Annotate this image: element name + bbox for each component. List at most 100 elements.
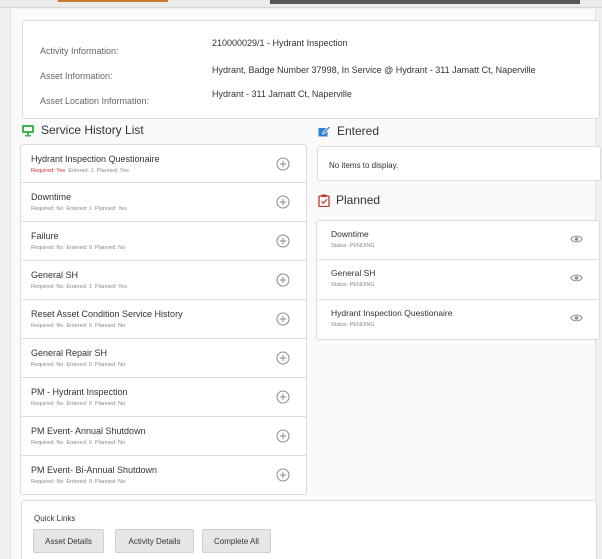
planned-flag: Planned: No: [94, 245, 126, 251]
planned-flag: Planned: No: [94, 323, 126, 329]
add-circle-icon[interactable]: [276, 312, 290, 326]
planned-item-status: Status :PENDING: [331, 322, 375, 328]
service-history-item[interactable]: PM Event- Annual Shutdown Required: No En…: [20, 417, 307, 456]
location-info-value: Hydrant - 311 Jamatt Ct, Naperville: [212, 89, 352, 99]
planned-list: Downtime Status :PENDING General SH Status …: [316, 220, 600, 340]
entered-count: Entered: 1: [66, 284, 92, 290]
add-circle-icon[interactable]: [276, 273, 290, 287]
service-history-item[interactable]: PM Event- Bi-Annual Shutdown Required: No…: [20, 456, 307, 495]
eye-icon[interactable]: [570, 310, 583, 322]
service-history-item[interactable]: General Repair SH Required: No Entered: 0…: [20, 339, 307, 378]
entered-count: Entered: 1: [68, 168, 94, 174]
asset-info-value: Hydrant, Badge Number 37998, In Service …: [212, 65, 536, 75]
monitor-icon: [21, 124, 35, 137]
service-history-item[interactable]: Hydrant Inspection Questionaire Required:…: [20, 144, 307, 183]
planned-item[interactable]: Downtime Status :PENDING: [316, 220, 600, 260]
service-history-item-meta: Required: Yes Entered: 1 Planned: Yes: [31, 168, 129, 174]
quick-links-box: Quick Links Asset Details Activity Detai…: [21, 500, 597, 559]
service-history-item-title: General SH: [31, 270, 79, 280]
top-bar-accent: [58, 0, 168, 2]
entered-count: Entered: 0: [66, 323, 92, 329]
planned-item-title: Downtime: [331, 229, 369, 239]
service-history-item-meta: Required: No Entered: 0 Planned: No: [31, 479, 125, 485]
planned-flag: Planned: Yes: [94, 206, 128, 212]
service-history-item[interactable]: General SH Required: No Entered: 1 Planne…: [20, 261, 307, 300]
planned-flag: Planned: No: [94, 479, 126, 485]
planned-item[interactable]: General SH Status :PENDING: [316, 260, 600, 300]
eye-icon[interactable]: [570, 270, 583, 282]
required-flag: Required: No: [31, 440, 64, 446]
planned-item-title: General SH: [331, 268, 376, 278]
service-history-item-title: PM Event- Bi-Annual Shutdown: [31, 465, 158, 475]
entered-empty-text: No items to display.: [329, 161, 399, 170]
required-flag: Required: No: [31, 401, 64, 407]
entered-header: Entered: [318, 124, 379, 138]
service-history-item-title: General Repair SH: [31, 348, 108, 358]
activity-info-box: Activity Information: 210000029/1 - Hydr…: [22, 20, 600, 119]
planned-flag: Planned: No: [94, 440, 126, 446]
service-history-item-title: Hydrant Inspection Questionaire: [31, 154, 160, 164]
required-flag: Required: No: [31, 479, 64, 485]
add-circle-icon[interactable]: [276, 351, 290, 365]
planned-item-status: Status :PENDING: [331, 282, 375, 288]
entered-count: Entered: 0: [66, 362, 92, 368]
service-history-item-meta: Required: No Entered: 0 Planned: No: [31, 245, 125, 251]
asset-info-label: Asset Information:: [40, 71, 113, 81]
service-history-item[interactable]: Failure Required: No Entered: 0 Planned: …: [20, 222, 307, 261]
planned-item-title: Hydrant Inspection Questionaire: [331, 308, 453, 318]
add-circle-icon[interactable]: [276, 468, 290, 482]
planned-flag: Planned: Yes: [94, 284, 128, 290]
planned-item-status: Status :PENDING: [331, 243, 375, 249]
top-bar: [0, 0, 602, 8]
entered-list: No items to display.: [317, 146, 601, 181]
add-circle-icon[interactable]: [276, 157, 290, 171]
add-circle-icon[interactable]: [276, 195, 290, 209]
entered-count: Entered: 0: [66, 440, 92, 446]
top-bar-strip: [270, 0, 580, 4]
service-history-item-title: PM Event- Annual Shutdown: [31, 426, 146, 436]
add-circle-icon[interactable]: [276, 234, 290, 248]
planned-header: Planned: [318, 193, 380, 207]
add-circle-icon[interactable]: [276, 429, 290, 443]
required-flag: Required: No: [31, 284, 64, 290]
required-flag: Required: No: [31, 245, 64, 251]
service-history-item[interactable]: Downtime Required: No Entered: 1 Planned:…: [20, 183, 307, 222]
service-history-item[interactable]: Reset Asset Condition Service History Req…: [20, 300, 307, 339]
required-flag: Required: Yes: [31, 168, 66, 174]
service-history-item-meta: Required: No Entered: 0 Planned: No: [31, 323, 125, 329]
service-history-item-title: PM - Hydrant Inspection: [31, 387, 128, 397]
entered-count: Entered: 0: [66, 401, 92, 407]
planned-flag: Planned: No: [94, 362, 126, 368]
entered-count: Entered: 1: [66, 206, 92, 212]
service-history-item-title: Failure: [31, 231, 59, 241]
add-circle-icon[interactable]: [276, 390, 290, 404]
activity-details-button[interactable]: Activity Details: [115, 529, 194, 553]
entered-count: Entered: 0: [66, 479, 92, 485]
service-history-item-meta: Required: No Entered: 1 Planned: Yes: [31, 206, 127, 212]
edit-icon: [318, 125, 331, 137]
planned-item[interactable]: Hydrant Inspection Questionaire Status :P…: [316, 300, 600, 340]
eye-icon[interactable]: [570, 231, 583, 243]
clipboard-icon: [318, 194, 330, 207]
service-history-list: Hydrant Inspection Questionaire Required:…: [20, 144, 307, 495]
service-history-item-title: Reset Asset Condition Service History: [31, 309, 183, 319]
entered-count: Entered: 0: [66, 245, 92, 251]
required-flag: Required: No: [31, 206, 64, 212]
planned-title: Planned: [336, 193, 381, 207]
quick-links-title: Quick Links: [34, 514, 76, 523]
planned-flag: Planned: Yes: [96, 168, 129, 174]
planned-flag: Planned: No: [94, 401, 126, 407]
service-history-item-meta: Required: No Entered: 0 Planned: No: [31, 362, 125, 368]
required-flag: Required: No: [31, 323, 64, 329]
service-history-title: Service History List: [41, 123, 144, 137]
service-history-header: Service History List: [21, 123, 144, 137]
required-flag: Required: No: [31, 362, 64, 368]
service-history-item[interactable]: PM - Hydrant Inspection Required: No Ente…: [20, 378, 307, 417]
entered-title: Entered: [337, 124, 380, 138]
activity-info-value: 210000029/1 - Hydrant Inspection: [212, 38, 348, 48]
complete-all-button[interactable]: Complete All: [202, 529, 271, 553]
service-history-item-meta: Required: No Entered: 1 Planned: Yes: [31, 284, 127, 290]
asset-details-button[interactable]: Asset Details: [33, 529, 104, 553]
service-history-item-meta: Required: No Entered: 0 Planned: No: [31, 440, 125, 446]
service-history-item-title: Downtime: [31, 192, 72, 202]
